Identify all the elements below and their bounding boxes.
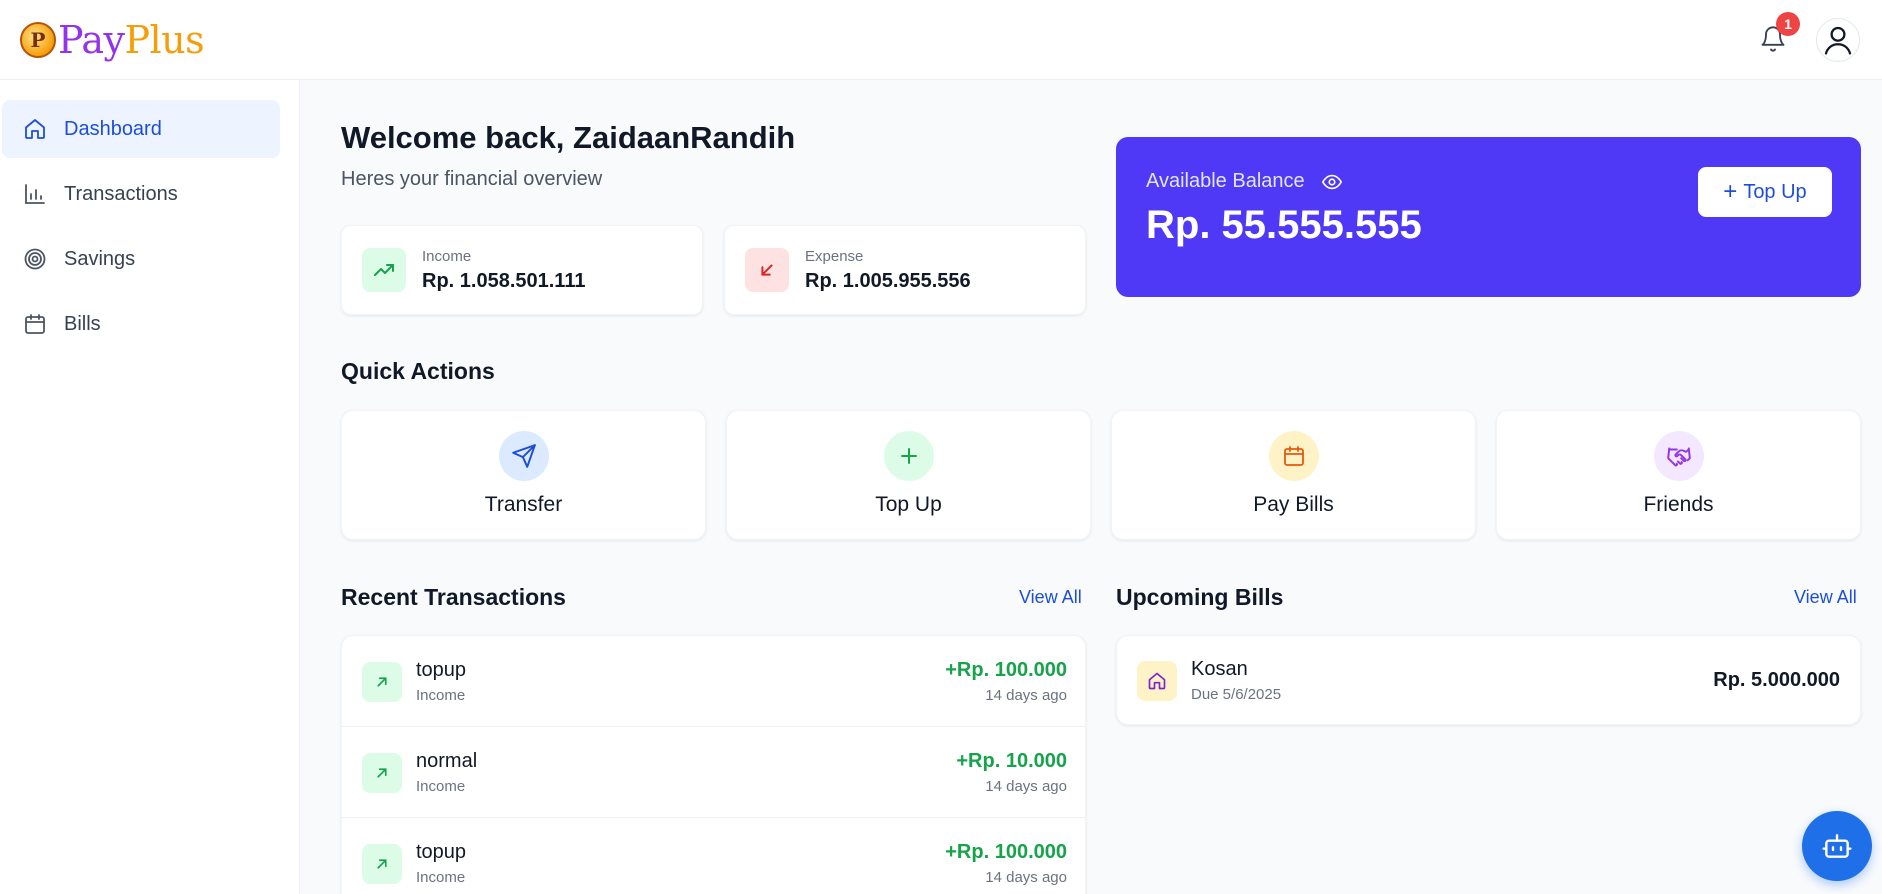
transaction-time: 14 days ago (985, 778, 1067, 795)
arrow-up-right-icon (362, 662, 402, 702)
transaction-time: 14 days ago (985, 869, 1067, 886)
transaction-name: topup (416, 841, 467, 863)
recent-transactions-title: Recent Transactions (341, 584, 566, 610)
send-icon (499, 431, 549, 481)
bill-due-date: Due 5/6/2025 (1191, 686, 1282, 703)
arrow-up-right-icon (362, 844, 402, 884)
top-up-label: Top Up (1743, 180, 1807, 203)
logo-pay: Pay (58, 18, 125, 62)
sidebar-item-transactions[interactable]: Transactions (2, 165, 280, 223)
logo-plus: Plus (124, 18, 205, 62)
quick-action-friends[interactable]: Friends (1496, 410, 1861, 540)
top-up-button[interactable]: + Top Up (1698, 167, 1832, 217)
balance-label-row: Available Balance (1146, 170, 1343, 193)
home-icon (1137, 661, 1177, 701)
plus-icon: + (1723, 178, 1738, 205)
sidebar-item-label: Transactions (64, 182, 178, 205)
transaction-amount: +Rp. 100.000 (945, 841, 1067, 863)
transaction-type: Income (416, 778, 466, 795)
transaction-name: normal (416, 750, 478, 772)
bill-item[interactable]: Kosan Due 5/6/2025 Rp. 5.000.000 (1116, 635, 1861, 725)
home-icon (22, 116, 48, 142)
bills-view-all-link[interactable]: View All (1794, 587, 1857, 608)
logo-letter: P (30, 28, 46, 52)
transaction-row[interactable]: topup Income +Rp. 100.000 14 days ago (342, 636, 1085, 727)
upcoming-bills-title: Upcoming Bills (1116, 584, 1284, 610)
welcome-title: Welcome back, ZaidaanRandih (341, 120, 796, 155)
transaction-list: topup Income +Rp. 100.000 14 days ago no… (341, 635, 1086, 894)
arrow-down-left-icon (745, 248, 789, 292)
transaction-name: topup (416, 659, 467, 681)
balance-label: Available Balance (1146, 170, 1305, 192)
quick-action-transfer[interactable]: Transfer (341, 410, 706, 540)
transaction-type: Income (416, 869, 466, 886)
bar-chart-icon (22, 181, 48, 207)
bot-icon (1822, 834, 1852, 858)
income-value: Rp. 1.058.501.111 (422, 270, 586, 292)
handshake-icon (1654, 431, 1704, 481)
quick-action-label: Top Up (875, 493, 942, 516)
user-icon (1824, 26, 1852, 55)
logo-text: PayPlus (58, 18, 205, 62)
sidebar-item-label: Savings (64, 247, 136, 270)
income-card: Income Rp. 1.058.501.111 (341, 225, 703, 315)
app-logo[interactable]: P PayPlus (20, 18, 205, 62)
transaction-row[interactable]: topup Income +Rp. 100.000 14 days ago (342, 818, 1085, 894)
bill-name: Kosan (1191, 658, 1248, 680)
transaction-row[interactable]: normal Income +Rp. 10.000 14 days ago (342, 727, 1085, 818)
target-icon (22, 246, 48, 272)
sidebar-item-label: Bills (64, 312, 101, 335)
calendar-icon (22, 311, 48, 337)
transaction-amount: +Rp. 100.000 (945, 659, 1067, 681)
logo-coin-icon: P (20, 22, 56, 58)
sidebar: Dashboard Transactions Savings Bills (0, 80, 300, 894)
top-bar: P PayPlus 1 (0, 0, 1882, 80)
user-avatar[interactable] (1816, 18, 1860, 62)
bill-amount: Rp. 5.000.000 (1713, 669, 1840, 691)
income-label: Income (422, 248, 472, 265)
arrow-up-right-icon (362, 753, 402, 793)
transaction-amount: +Rp. 10.000 (956, 750, 1067, 772)
sidebar-item-bills[interactable]: Bills (2, 295, 280, 353)
expense-value: Rp. 1.005.955.556 (805, 270, 971, 292)
quick-action-label: Transfer (484, 493, 563, 516)
quick-action-label: Pay Bills (1253, 493, 1334, 516)
transactions-view-all-link[interactable]: View All (1019, 587, 1082, 608)
sidebar-item-dashboard[interactable]: Dashboard (2, 100, 280, 158)
quick-actions-title: Quick Actions (341, 358, 495, 384)
expense-label: Expense (805, 248, 864, 265)
expense-card: Expense Rp. 1.005.955.556 (724, 225, 1086, 315)
notification-badge: 1 (1776, 12, 1800, 36)
quick-action-top-up[interactable]: Top Up (726, 410, 1091, 540)
plus-icon (884, 431, 934, 481)
sidebar-item-label: Dashboard (64, 117, 162, 140)
balance-value: Rp. 55.555.555 (1146, 203, 1422, 247)
balance-card: Available Balance Rp. 55.555.555 + Top U… (1116, 137, 1861, 297)
chatbot-button[interactable] (1802, 811, 1872, 881)
quick-action-pay-bills[interactable]: Pay Bills (1111, 410, 1476, 540)
quick-action-label: Friends (1643, 493, 1714, 516)
transaction-time: 14 days ago (985, 687, 1067, 704)
eye-icon[interactable] (1321, 171, 1343, 193)
trending-up-icon (362, 248, 406, 292)
calendar-icon (1269, 431, 1319, 481)
transaction-type: Income (416, 687, 466, 704)
welcome-subtitle: Heres your financial overview (341, 168, 603, 190)
sidebar-item-savings[interactable]: Savings (2, 230, 280, 288)
